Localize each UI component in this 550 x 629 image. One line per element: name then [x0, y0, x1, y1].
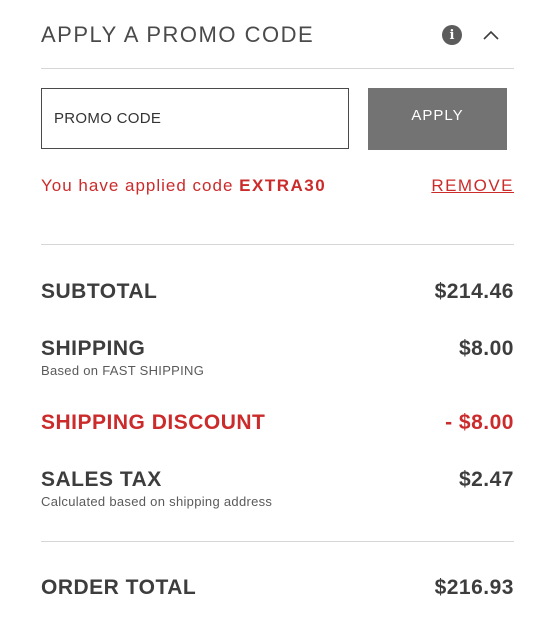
chevron-up-icon[interactable]	[482, 26, 500, 44]
applied-code: EXTRA30	[239, 176, 327, 195]
order-total-label: ORDER TOTAL	[41, 576, 197, 599]
order-summary-panel: APPLY A PROMO CODE i APPLY You have appl…	[0, 0, 550, 629]
sales-tax-label: SALES TAX	[41, 468, 162, 491]
sales-tax-label-group: SALES TAX Calculated based on shipping a…	[41, 468, 272, 509]
sales-tax-row: SALES TAX Calculated based on shipping a…	[41, 468, 514, 509]
order-total-row: ORDER TOTAL $216.93	[41, 576, 514, 600]
shipping-discount-value: - $8.00	[445, 411, 514, 434]
shipping-label: SHIPPING	[41, 337, 146, 360]
promo-header-icons: i	[442, 25, 500, 45]
shipping-label-group: SHIPPING Based on FAST SHIPPING	[41, 337, 204, 378]
subtotal-value: $214.46	[434, 280, 514, 303]
applied-message-text: You have applied code EXTRA30	[41, 176, 326, 196]
promo-title: APPLY A PROMO CODE	[41, 22, 315, 47]
info-icon[interactable]: i	[442, 25, 462, 45]
shipping-discount-row: SHIPPING DISCOUNT - $8.00	[41, 411, 514, 435]
order-total-value: $216.93	[434, 576, 514, 599]
promo-header[interactable]: APPLY A PROMO CODE i	[41, 18, 514, 52]
sales-tax-note: Calculated based on shipping address	[41, 494, 273, 509]
subtotal-label: SUBTOTAL	[41, 280, 158, 303]
promo-code-input[interactable]	[41, 88, 349, 149]
applied-code-message: You have applied code EXTRA30 REMOVE	[41, 176, 514, 196]
divider	[41, 244, 514, 245]
applied-prefix: You have applied code	[41, 176, 234, 195]
shipping-method-note: Based on FAST SHIPPING	[41, 363, 205, 378]
sales-tax-value: $2.47	[458, 468, 514, 491]
apply-button[interactable]: APPLY	[368, 88, 507, 150]
subtotal-row: SUBTOTAL $214.46	[41, 280, 514, 304]
divider	[41, 68, 514, 69]
divider	[41, 541, 514, 542]
shipping-value: $8.00	[458, 337, 514, 360]
shipping-discount-label: SHIPPING DISCOUNT	[41, 411, 266, 434]
shipping-row: SHIPPING Based on FAST SHIPPING $8.00	[41, 337, 514, 378]
remove-code-link[interactable]: REMOVE	[431, 176, 514, 196]
